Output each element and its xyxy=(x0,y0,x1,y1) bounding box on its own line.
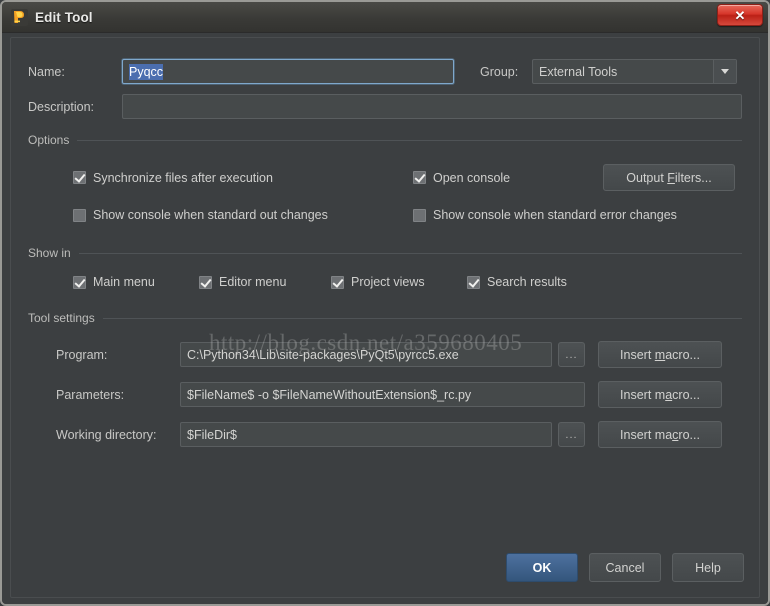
insert-macro-label: Insert macro... xyxy=(620,347,700,362)
ellipsis-icon: ... xyxy=(565,428,578,441)
dialog-footer: OK Cancel Help xyxy=(506,553,744,582)
parameters-input-value: $FileName$ -o $FileNameWithoutExtension$… xyxy=(187,387,472,402)
options-section-header: Options xyxy=(28,133,742,147)
dialog-body: http://blog.csdn.net/a359680405 Name: Py… xyxy=(2,33,768,604)
description-input[interactable] xyxy=(122,94,742,119)
checkbox-label: Open console xyxy=(433,170,511,185)
help-button-label: Help xyxy=(695,560,721,575)
show-in-title: Show in xyxy=(28,246,71,260)
checkbox-label: Editor menu xyxy=(219,275,287,289)
tool-settings-title: Tool settings xyxy=(28,311,95,325)
pycharm-icon xyxy=(11,8,28,26)
checkbox-icon xyxy=(73,275,86,289)
ok-button-label: OK xyxy=(532,560,552,575)
description-label: Description: xyxy=(28,99,94,114)
description-row: Description: xyxy=(28,94,742,119)
checkbox-label: Project views xyxy=(351,275,425,289)
options-row-2: Show console when standard out changes S… xyxy=(28,208,742,222)
checkbox-label: Show console when standard error changes xyxy=(433,208,677,222)
name-input-value: Pyqcc xyxy=(129,63,164,80)
tool-settings-section-header: Tool settings xyxy=(28,311,742,325)
checkbox-project-views[interactable]: Project views xyxy=(331,275,467,289)
cancel-button[interactable]: Cancel xyxy=(589,553,661,582)
options-row-1: Synchronize files after execution Open c… xyxy=(28,164,742,191)
checkbox-open-console[interactable]: Open console xyxy=(413,171,603,185)
checkbox-icon xyxy=(73,171,86,184)
checkbox-icon xyxy=(73,208,86,222)
checkbox-show-console-stderr[interactable]: Show console when standard error changes xyxy=(413,208,677,222)
name-row: Name: Pyqcc Group: External Tools xyxy=(28,59,742,84)
checkbox-show-console-stdout[interactable]: Show console when standard out changes xyxy=(73,208,413,222)
parameters-row: Parameters: $FileName$ -o $FileNameWitho… xyxy=(28,381,742,408)
tool-settings-divider xyxy=(102,317,742,319)
checkbox-icon xyxy=(467,275,480,289)
group-select-value: External Tools xyxy=(539,64,618,79)
group-label: Group: xyxy=(480,64,519,79)
parameters-label: Parameters: xyxy=(56,387,125,402)
checkbox-label: Synchronize files after execution xyxy=(93,170,273,185)
checkbox-icon xyxy=(199,275,212,289)
checkbox-search-results[interactable]: Search results xyxy=(467,275,567,289)
checkbox-label: Main menu xyxy=(93,275,155,289)
output-filters-button[interactable]: Output Filters... xyxy=(603,164,735,191)
close-button[interactable]: ✕ xyxy=(717,4,763,26)
show-in-row: Main menu Editor menu Project views Sear… xyxy=(28,275,742,289)
close-icon: ✕ xyxy=(734,7,746,23)
show-in-section-header: Show in xyxy=(28,246,742,260)
parameters-input[interactable]: $FileName$ -o $FileNameWithoutExtension$… xyxy=(180,382,585,407)
name-input[interactable]: Pyqcc xyxy=(122,59,454,84)
working-directory-browse-button[interactable]: ... xyxy=(558,422,585,447)
cancel-button-label: Cancel xyxy=(605,560,645,575)
checkbox-label: Show console when standard out changes xyxy=(93,208,328,222)
program-row: Program: C:\Python34\Lib\site-packages\P… xyxy=(28,341,742,368)
working-directory-input[interactable]: $FileDir$ xyxy=(180,422,552,447)
group-select[interactable]: External Tools xyxy=(532,59,737,84)
parameters-insert-macro-button[interactable]: Insert macro... xyxy=(598,381,722,408)
options-title: Options xyxy=(28,133,70,147)
working-directory-insert-macro-button[interactable]: Insert macro... xyxy=(598,421,722,448)
program-input[interactable]: C:\Python34\Lib\site-packages\PyQt5\pyrc… xyxy=(180,342,552,367)
dialog-content: Name: Pyqcc Group: External Tools Descri… xyxy=(16,45,754,448)
ok-button[interactable]: OK xyxy=(506,553,578,582)
checkbox-icon xyxy=(331,275,344,289)
chevron-down-icon[interactable] xyxy=(713,60,736,83)
edit-tool-dialog: Edit Tool ✕ http://blog.csdn.net/a359680… xyxy=(0,0,770,606)
ellipsis-icon: ... xyxy=(565,348,578,361)
checkbox-editor-menu[interactable]: Editor menu xyxy=(199,275,331,289)
checkbox-label: Search results xyxy=(487,275,567,289)
program-insert-macro-button[interactable]: Insert macro... xyxy=(598,341,722,368)
options-divider xyxy=(77,139,742,141)
output-filters-label: Output Filters... xyxy=(626,170,712,185)
name-label: Name: xyxy=(28,64,65,79)
insert-macro-label: Insert macro... xyxy=(620,427,700,442)
program-label: Program: xyxy=(56,347,108,362)
insert-macro-label: Insert macro... xyxy=(620,387,700,402)
working-directory-row: Working directory: $FileDir$ ... Insert … xyxy=(28,421,742,448)
program-input-value: C:\Python34\Lib\site-packages\PyQt5\pyrc… xyxy=(187,347,459,362)
help-button[interactable]: Help xyxy=(672,553,744,582)
checkbox-synchronize-files[interactable]: Synchronize files after execution xyxy=(73,171,413,185)
checkbox-icon xyxy=(413,171,426,184)
working-directory-input-value: $FileDir$ xyxy=(187,427,238,442)
checkbox-icon xyxy=(413,208,426,222)
program-browse-button[interactable]: ... xyxy=(558,342,585,367)
checkbox-main-menu[interactable]: Main menu xyxy=(73,275,199,289)
show-in-divider xyxy=(78,252,742,254)
working-directory-label: Working directory: xyxy=(56,427,157,442)
title-bar: Edit Tool ✕ xyxy=(2,2,768,33)
window-title: Edit Tool xyxy=(35,9,93,25)
